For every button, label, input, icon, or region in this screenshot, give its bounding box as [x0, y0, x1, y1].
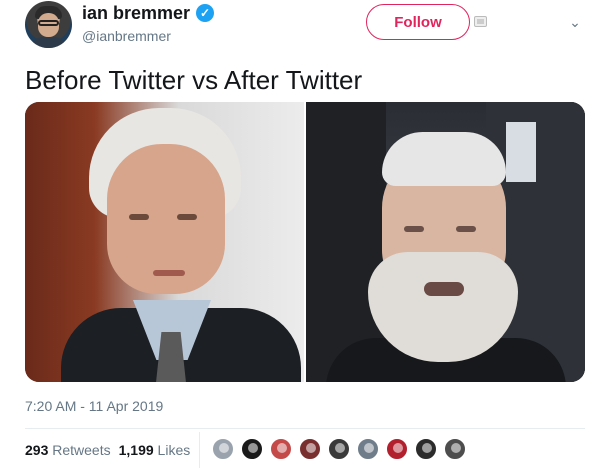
photo-hair — [382, 132, 506, 186]
liker-avatar[interactable] — [328, 438, 350, 460]
liker-avatar[interactable] — [357, 438, 379, 460]
photo-eye — [177, 214, 197, 220]
chevron-down-icon[interactable]: ⌄ — [567, 14, 583, 30]
likes-stat[interactable]: 1,199 Likes — [119, 442, 191, 458]
avatar-body — [31, 37, 66, 48]
photo-eye — [404, 226, 424, 232]
liker-avatar[interactable] — [270, 438, 292, 460]
divider-line — [25, 428, 585, 429]
photo-background-shirt — [506, 122, 536, 182]
liker-avatar[interactable] — [241, 438, 263, 460]
liker-avatar[interactable] — [386, 438, 408, 460]
liker-avatar[interactable] — [299, 438, 321, 460]
liker-avatar[interactable] — [212, 438, 234, 460]
likes-label: Likes — [157, 442, 191, 458]
avatar-glasses — [38, 20, 59, 26]
retweets-count: 293 — [25, 442, 49, 458]
tweet-text: Before Twitter vs After Twitter — [25, 65, 363, 95]
after-photo[interactable] — [306, 102, 585, 382]
stats-divider — [199, 432, 200, 468]
tweet-stats: 293 Retweets 1,199 Likes — [25, 442, 190, 458]
retweets-stat[interactable]: 293 Retweets — [25, 442, 111, 458]
profile-avatar[interactable] — [25, 1, 72, 48]
follow-button[interactable]: Follow — [366, 4, 470, 40]
likes-count: 1,199 — [118, 442, 154, 458]
liker-avatar[interactable] — [415, 438, 437, 460]
before-photo[interactable] — [25, 102, 304, 382]
photo-eye — [456, 226, 476, 232]
image-placeholder-icon — [474, 16, 487, 27]
tweet-timestamp[interactable]: 7:20 AM - 11 Apr 2019 — [25, 398, 163, 414]
verified-badge-icon: ✓ — [196, 4, 214, 22]
retweets-label: Retweets — [52, 442, 111, 458]
tweet-media[interactable] — [25, 102, 585, 382]
photo-mouth — [424, 282, 464, 296]
user-handle[interactable]: @ianbremmer — [82, 28, 171, 44]
display-name[interactable]: ian bremmer — [82, 2, 190, 24]
photo-mouth — [153, 270, 185, 276]
liker-avatar[interactable] — [444, 438, 466, 460]
photo-eye — [129, 214, 149, 220]
